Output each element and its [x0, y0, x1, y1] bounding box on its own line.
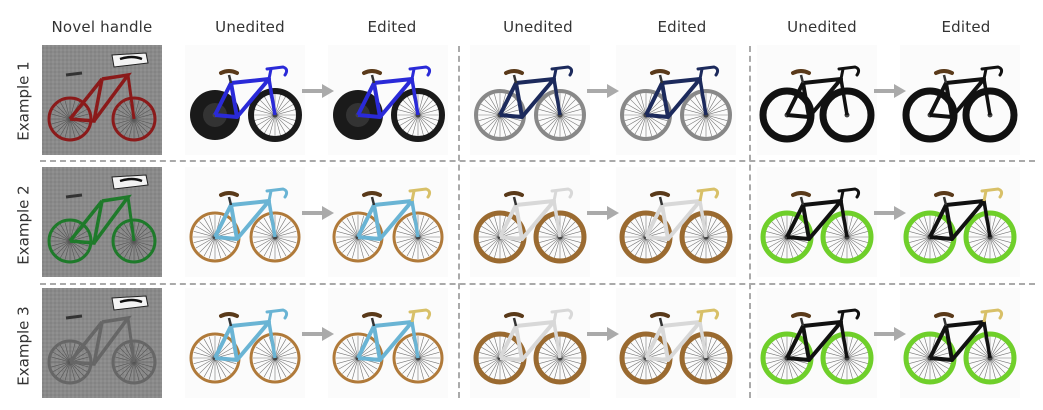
novel-handle-image — [42, 288, 162, 398]
header-edited-2: Edited — [657, 18, 707, 36]
unedited-bike-image — [757, 45, 877, 155]
right-arrow-icon — [874, 326, 906, 341]
edited-bike-image — [328, 288, 448, 398]
row-label-3: Example 3 — [15, 306, 34, 386]
right-arrow-icon — [302, 326, 334, 341]
right-arrow-icon — [587, 205, 619, 220]
right-arrow-icon — [302, 83, 334, 98]
right-arrow-icon — [874, 83, 906, 98]
unedited-bike-image — [757, 167, 877, 277]
row-divider-1 — [40, 160, 1035, 162]
edited-bike-image — [328, 45, 448, 155]
column-divider-2 — [749, 46, 751, 398]
row-divider-2 — [40, 283, 1035, 285]
unedited-bike-image — [757, 288, 877, 398]
header-edited-1: Edited — [367, 18, 417, 36]
header-unedited-1: Unedited — [215, 18, 285, 36]
header-unedited-2: Unedited — [503, 18, 573, 36]
column-divider-1 — [458, 46, 460, 398]
unedited-bike-image — [470, 288, 590, 398]
header-unedited-3: Unedited — [787, 18, 857, 36]
right-arrow-icon — [874, 205, 906, 220]
row-label-1: Example 1 — [15, 61, 34, 141]
row-label-2: Example 2 — [15, 185, 34, 265]
edited-bike-image — [616, 288, 736, 398]
unedited-bike-image — [185, 45, 305, 155]
edited-bike-image — [900, 167, 1020, 277]
unedited-bike-image — [470, 167, 590, 277]
novel-handle-image — [42, 167, 162, 277]
unedited-bike-image — [185, 167, 305, 277]
unedited-bike-image — [470, 45, 590, 155]
edited-bike-image — [900, 45, 1020, 155]
header-edited-3: Edited — [941, 18, 991, 36]
edited-bike-image — [616, 167, 736, 277]
novel-handle-image — [42, 45, 162, 155]
right-arrow-icon — [302, 205, 334, 220]
right-arrow-icon — [587, 83, 619, 98]
edited-bike-image — [616, 45, 736, 155]
edited-bike-image — [328, 167, 448, 277]
header-novel-handle: Novel handle — [51, 18, 153, 36]
unedited-bike-image — [185, 288, 305, 398]
right-arrow-icon — [587, 326, 619, 341]
edited-bike-image — [900, 288, 1020, 398]
